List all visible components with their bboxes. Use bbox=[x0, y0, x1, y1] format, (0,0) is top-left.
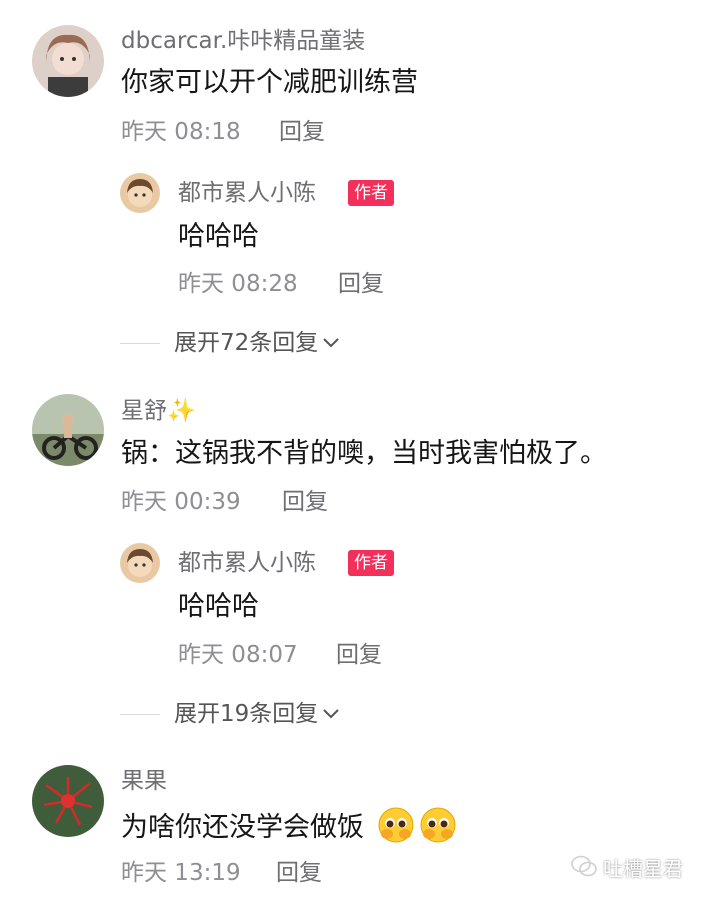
watermark: 吐槽星君 bbox=[571, 853, 683, 882]
comment-text-content: 为啥你还没学会做饭 bbox=[121, 812, 364, 843]
reply-button[interactable]: 回复 bbox=[282, 488, 328, 516]
username[interactable]: 果果 bbox=[121, 767, 167, 795]
comment-text: 为啥你还没学会做饭 bbox=[121, 806, 457, 845]
timestamp: 昨天 00:39 bbox=[121, 489, 241, 515]
avatar[interactable] bbox=[120, 543, 160, 583]
expand-replies-label: 展开19条回复 bbox=[174, 701, 319, 727]
comment-text: 你家可以开个减肥训练营 bbox=[121, 67, 418, 98]
comment-text: 哈哈哈 bbox=[178, 221, 259, 252]
reply-button[interactable]: 回复 bbox=[338, 270, 384, 298]
timestamp: 昨天 08:07 bbox=[178, 642, 298, 668]
chevron-down-icon bbox=[322, 705, 340, 724]
avatar[interactable] bbox=[32, 25, 104, 97]
author-badge: 作者 bbox=[348, 180, 394, 206]
avatar[interactable] bbox=[120, 173, 160, 213]
watermark-text: 吐槽星君 bbox=[603, 857, 683, 881]
reply-button[interactable]: 回复 bbox=[276, 859, 322, 887]
avatar[interactable] bbox=[32, 394, 104, 466]
username[interactable]: 星舒✨ bbox=[121, 397, 196, 425]
author-badge: 作者 bbox=[348, 550, 394, 576]
timestamp: 昨天 08:18 bbox=[121, 119, 241, 145]
pleading-face-emoji bbox=[377, 806, 415, 844]
username[interactable]: 都市累人小陈 bbox=[178, 549, 316, 577]
expand-replies-label: 展开72条回复 bbox=[174, 330, 319, 356]
divider bbox=[120, 342, 160, 344]
expand-replies-button[interactable]: 展开72条回复 bbox=[120, 328, 340, 358]
timestamp: 昨天 08:28 bbox=[178, 271, 298, 297]
timestamp: 昨天 13:19 bbox=[121, 860, 241, 886]
wechat-icon bbox=[571, 855, 597, 881]
chevron-down-icon bbox=[322, 334, 340, 353]
comment-text: 锅：这锅我不背的噢，当时我害怕极了。 bbox=[121, 438, 607, 469]
username[interactable]: dbcarcar.咔咔精品童装 bbox=[121, 27, 365, 55]
reply-button[interactable]: 回复 bbox=[336, 641, 382, 669]
avatar[interactable] bbox=[32, 765, 104, 837]
username[interactable]: 都市累人小陈 bbox=[178, 179, 316, 207]
expand-replies-button[interactable]: 展开19条回复 bbox=[120, 699, 340, 729]
reply-button[interactable]: 回复 bbox=[279, 118, 325, 146]
divider bbox=[120, 713, 160, 715]
pleading-face-emoji bbox=[419, 806, 457, 844]
comment-text: 哈哈哈 bbox=[178, 591, 259, 622]
